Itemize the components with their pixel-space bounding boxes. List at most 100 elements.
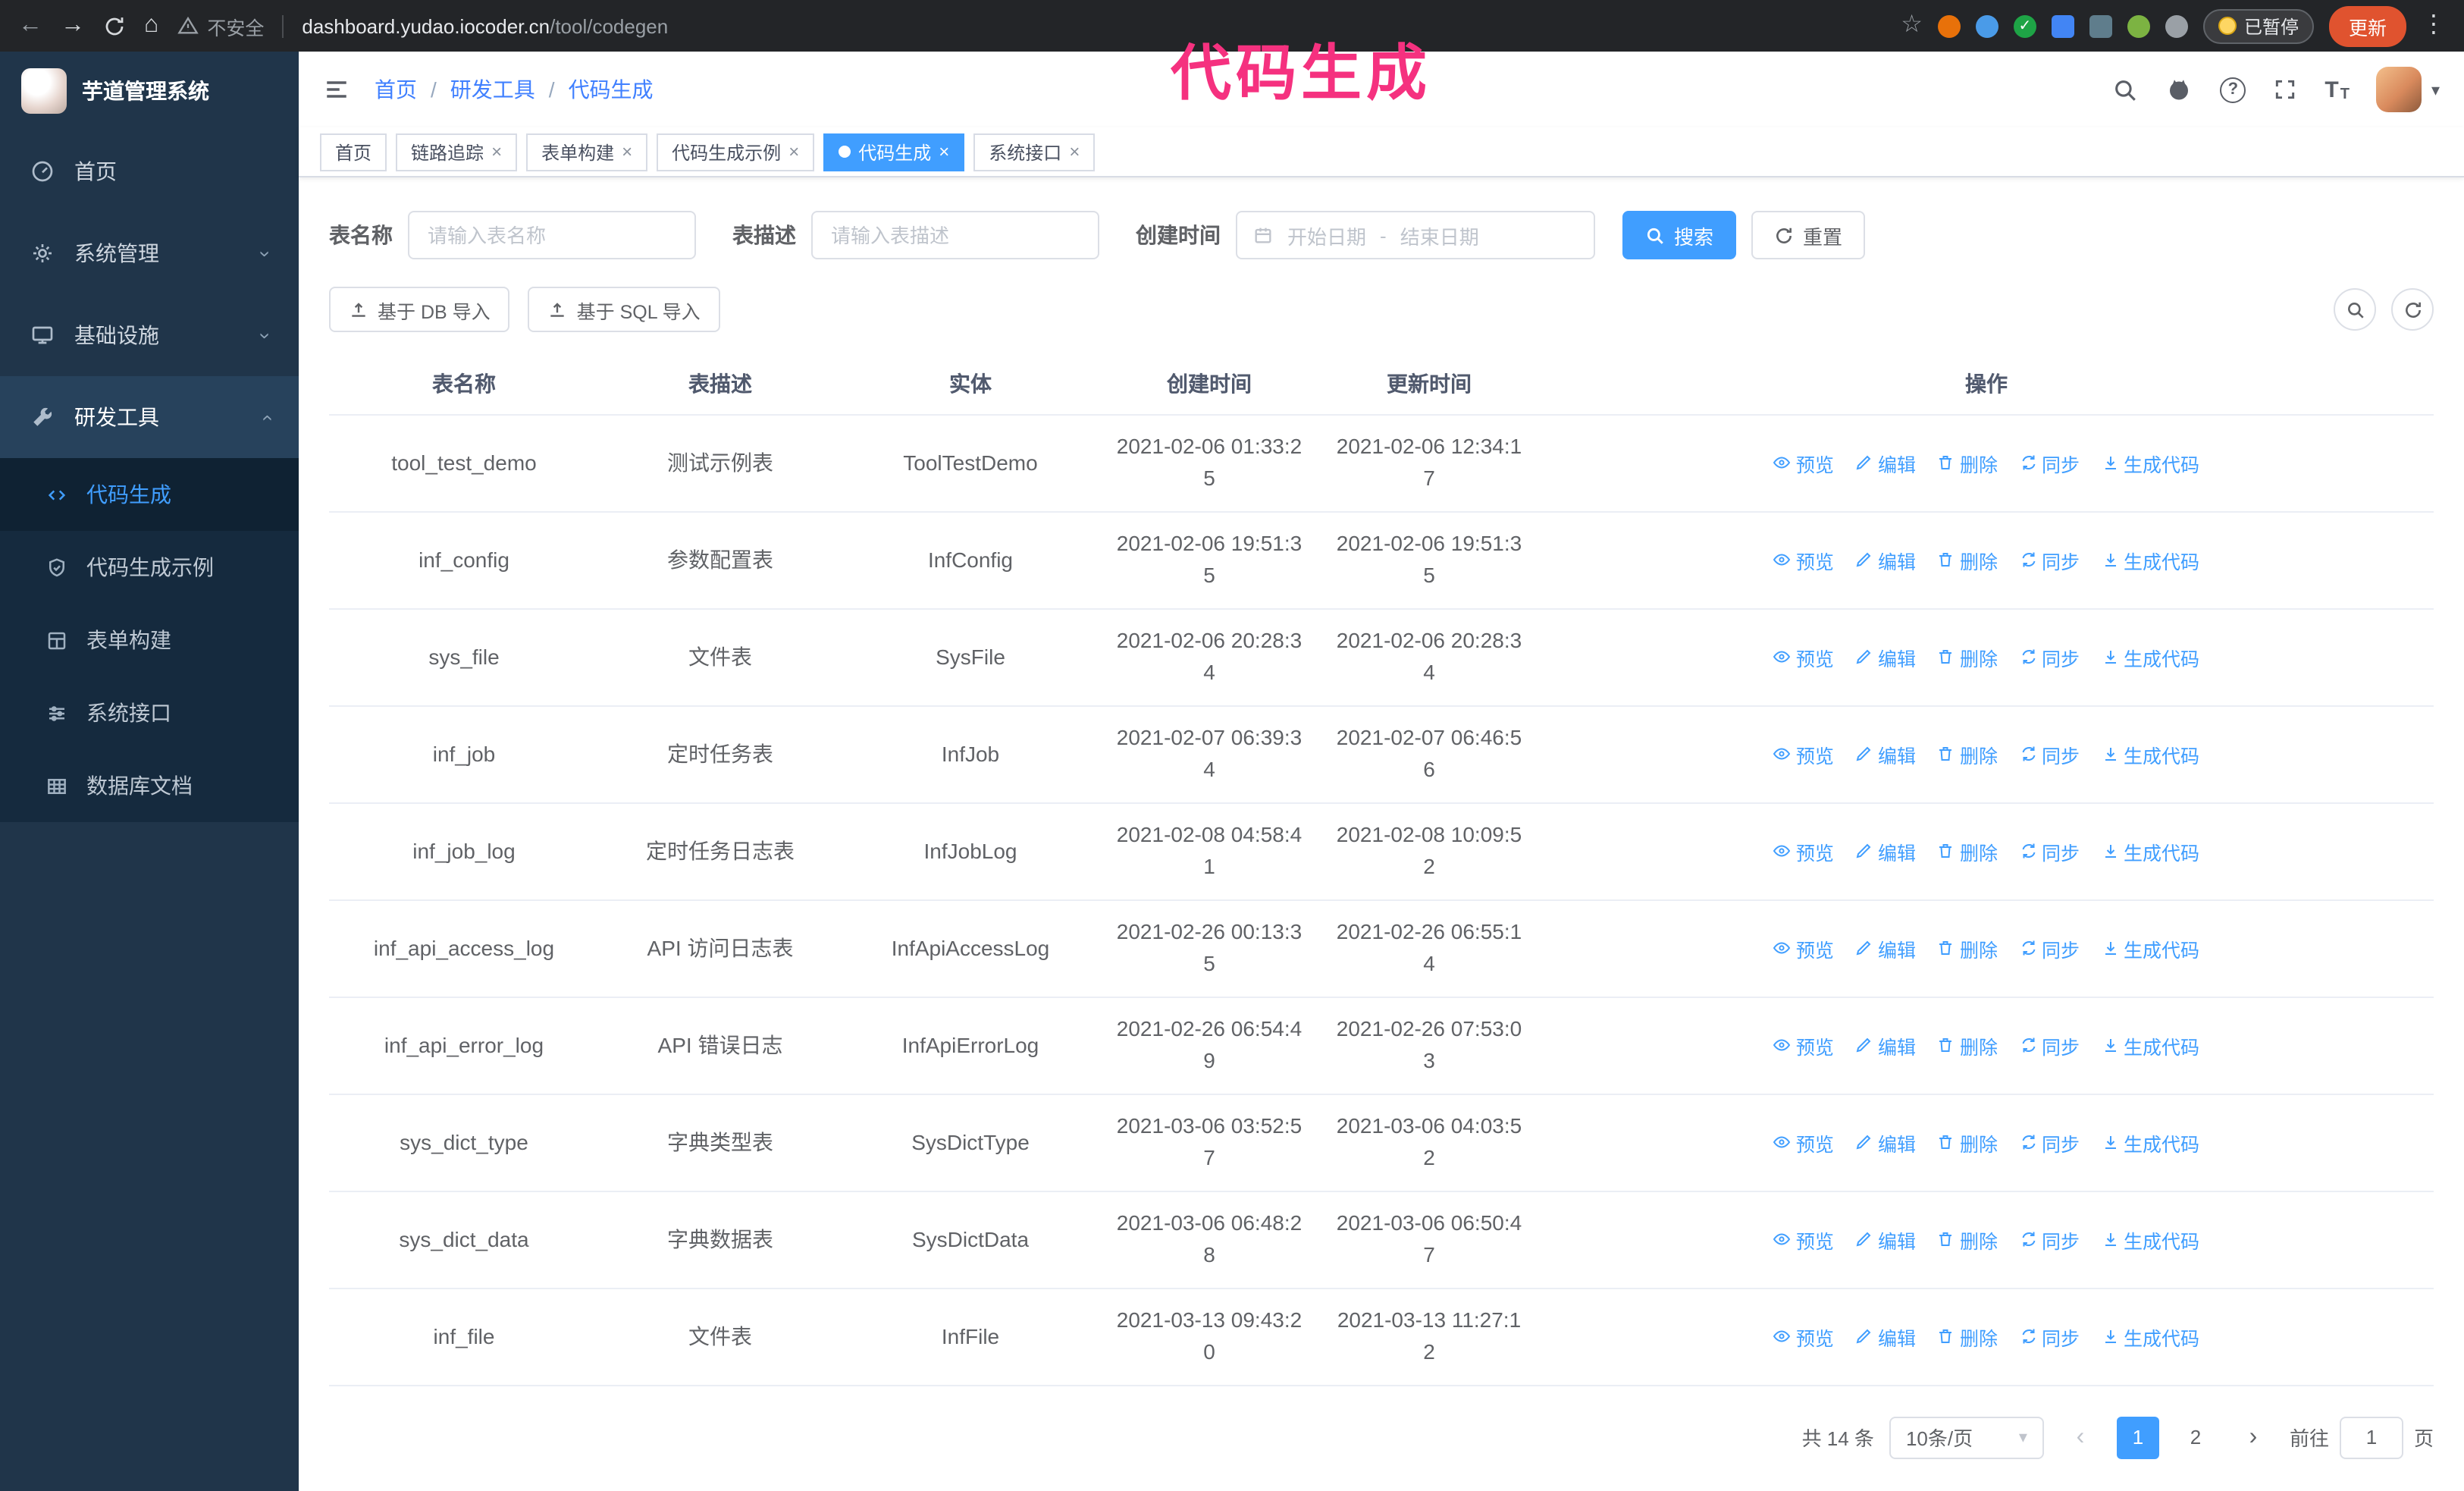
preview-link[interactable]: 预览 (1773, 934, 1834, 962)
preview-link[interactable]: 预览 (1773, 1031, 1834, 1059)
home-icon[interactable]: ⌂ (144, 13, 158, 38)
browser-update-button[interactable]: 更新 (2328, 5, 2406, 46)
import-db-button[interactable]: 基于 DB 导入 (329, 287, 510, 332)
toggle-search-button[interactable] (2334, 288, 2376, 331)
sidebar-item-codegen-example[interactable]: 代码生成示例 (0, 531, 299, 604)
preview-link[interactable]: 预览 (1773, 837, 1834, 865)
col-created[interactable]: 创建时间 (1099, 353, 1319, 415)
search-button[interactable]: 搜索 (1622, 211, 1737, 259)
generate-code-link[interactable]: 生成代码 (2101, 739, 2199, 768)
edit-link[interactable]: 编辑 (1855, 934, 1916, 962)
back-icon[interactable]: ← (18, 13, 42, 38)
extension-people-icon[interactable] (2051, 14, 2074, 37)
sync-link[interactable]: 同步 (2019, 934, 2080, 962)
reset-button[interactable]: 重置 (1751, 211, 1866, 259)
preview-link[interactable]: 预览 (1773, 448, 1834, 477)
preview-link[interactable]: 预览 (1773, 545, 1834, 574)
delete-link[interactable]: 删除 (1937, 448, 1998, 477)
close-icon[interactable]: × (1069, 141, 1080, 162)
sidebar-item-codegen[interactable]: 代码生成 (0, 458, 299, 531)
table-desc-input[interactable] (811, 211, 1099, 259)
delete-link[interactable]: 删除 (1937, 837, 1998, 865)
delete-link[interactable]: 删除 (1937, 642, 1998, 671)
table-row[interactable]: inf_config 参数配置表 InfConfig 2021-02-06 19… (329, 511, 2434, 609)
prev-page-button[interactable]: ‹ (2059, 1416, 2102, 1458)
tab-system-api[interactable]: 系统接口 × (973, 133, 1096, 171)
overflow-menu-icon[interactable]: ⋮ (2422, 13, 2446, 38)
table-row[interactable]: sys_file 文件表 SysFile 2021-02-06 20:28:34… (329, 608, 2434, 706)
sidebar-item-db-docs[interactable]: 数据库文档 (0, 749, 299, 822)
forward-icon[interactable]: → (61, 13, 85, 38)
tab-tracing[interactable]: 链路追踪 × (396, 133, 518, 171)
sync-link[interactable]: 同步 (2019, 739, 2080, 768)
col-table-name[interactable]: 表名称 (329, 353, 599, 415)
sync-link[interactable]: 同步 (2019, 545, 2080, 574)
generate-code-link[interactable]: 生成代码 (2101, 934, 2199, 962)
preview-link[interactable]: 预览 (1773, 1322, 1834, 1351)
close-icon[interactable]: × (788, 141, 799, 162)
generate-code-link[interactable]: 生成代码 (2101, 1322, 2199, 1351)
breadcrumb-devtools[interactable]: 研发工具 (450, 74, 535, 105)
delete-link[interactable]: 删除 (1937, 1322, 1998, 1351)
goto-page-input[interactable] (2339, 1416, 2403, 1458)
breadcrumb-home[interactable]: 首页 (375, 74, 417, 105)
preview-link[interactable]: 预览 (1773, 1128, 1834, 1157)
preview-link[interactable]: 预览 (1773, 1225, 1834, 1254)
delete-link[interactable]: 删除 (1937, 934, 1998, 962)
edit-link[interactable]: 编辑 (1855, 545, 1916, 574)
tab-form-builder[interactable]: 表单构建 × (526, 133, 648, 171)
page-button-2[interactable]: 2 (2174, 1416, 2217, 1458)
tab-codegen[interactable]: 代码生成 × (823, 133, 965, 171)
extension-leaf-icon[interactable] (2127, 14, 2150, 37)
table-row[interactable]: tool_test_demo 测试示例表 ToolTestDemo 2021-0… (329, 414, 2434, 512)
page-size-select[interactable]: 10条/页 ▾ (1889, 1416, 2044, 1458)
close-icon[interactable]: × (622, 141, 632, 162)
security-indicator[interactable]: 不安全 (177, 11, 264, 40)
generate-code-link[interactable]: 生成代码 (2101, 1128, 2199, 1157)
table-row[interactable]: inf_job 定时任务表 InfJob 2021-02-07 06:39:34… (329, 705, 2434, 803)
edit-link[interactable]: 编辑 (1855, 1322, 1916, 1351)
extension-gray-icon[interactable] (2089, 14, 2112, 37)
delete-link[interactable]: 删除 (1937, 545, 1998, 574)
delete-link[interactable]: 删除 (1937, 739, 1998, 768)
sidebar-item-devtools[interactable]: 研发工具 › (0, 376, 299, 458)
sync-link[interactable]: 同步 (2019, 837, 2080, 865)
table-row[interactable]: inf_file 文件表 InfFile 2021-03-13 09:43:20… (329, 1288, 2434, 1386)
sidebar-item-infrastructure[interactable]: 基础设施 › (0, 294, 299, 376)
address-bar[interactable]: dashboard.yudao.iocoder.cn/tool/codegen (302, 14, 668, 37)
table-row[interactable]: inf_api_access_log API 访问日志表 InfApiAcces… (329, 899, 2434, 997)
edit-link[interactable]: 编辑 (1855, 1128, 1916, 1157)
extension-check-icon[interactable]: ✓ (2013, 14, 2036, 37)
sync-link[interactable]: 同步 (2019, 1031, 2080, 1059)
sidebar-item-home[interactable]: 首页 (0, 130, 299, 212)
sidebar-logo[interactable]: 芋道管理系统 (0, 52, 299, 130)
col-table-desc[interactable]: 表描述 (599, 353, 842, 415)
fullscreen-icon[interactable] (2273, 77, 2297, 102)
edit-link[interactable]: 编辑 (1855, 1031, 1916, 1059)
table-row[interactable]: inf_job_log 定时任务日志表 InfJobLog 2021-02-08… (329, 802, 2434, 900)
reload-icon[interactable] (103, 14, 126, 37)
delete-link[interactable]: 删除 (1937, 1031, 1998, 1059)
next-page-button[interactable]: › (2232, 1416, 2274, 1458)
edit-link[interactable]: 编辑 (1855, 837, 1916, 865)
generate-code-link[interactable]: 生成代码 (2101, 1031, 2199, 1059)
col-entity[interactable]: 实体 (842, 353, 1099, 415)
paused-badge[interactable]: 已暂停 (2202, 8, 2314, 43)
help-icon[interactable]: ? (2220, 77, 2246, 102)
edit-link[interactable]: 编辑 (1855, 1225, 1916, 1254)
generate-code-link[interactable]: 生成代码 (2101, 837, 2199, 865)
delete-link[interactable]: 删除 (1937, 1128, 1998, 1157)
sidebar-collapse-icon[interactable] (323, 76, 350, 103)
sidebar-item-system-api[interactable]: 系统接口 (0, 676, 299, 749)
edit-link[interactable]: 编辑 (1855, 448, 1916, 477)
edit-link[interactable]: 编辑 (1855, 739, 1916, 768)
sync-link[interactable]: 同步 (2019, 1322, 2080, 1351)
generate-code-link[interactable]: 生成代码 (2101, 448, 2199, 477)
close-icon[interactable]: × (491, 141, 502, 162)
table-row[interactable]: sys_dict_data 字典数据表 SysDictData 2021-03-… (329, 1191, 2434, 1289)
bookmark-star-icon[interactable]: ☆ (1901, 13, 1923, 38)
extension-fox-icon[interactable] (1937, 14, 1961, 37)
edit-link[interactable]: 编辑 (1855, 642, 1916, 671)
user-menu[interactable]: ▾ (2376, 67, 2440, 112)
table-row[interactable]: inf_api_error_log API 错误日志 InfApiErrorLo… (329, 997, 2434, 1094)
